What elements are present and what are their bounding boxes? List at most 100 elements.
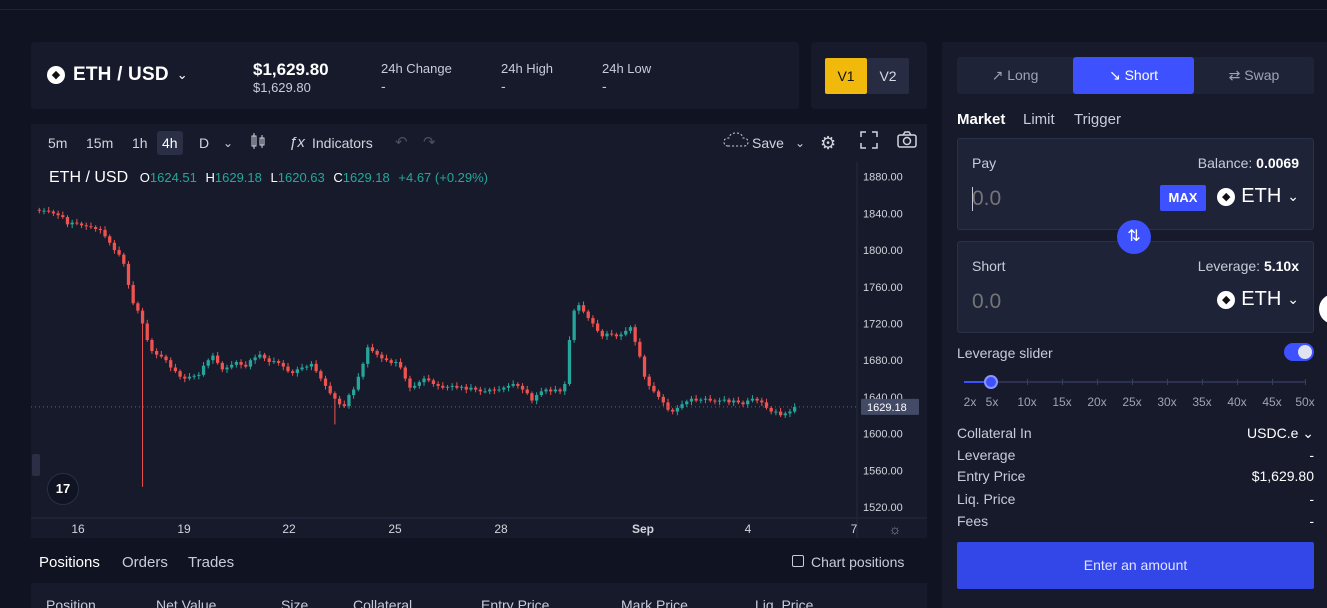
short-token-selector[interactable]: ◆ ETH ⌄ <box>1217 288 1299 311</box>
swap-direction-button[interactable]: ⇅ <box>1117 220 1151 254</box>
candle-body <box>417 382 421 386</box>
short-amount-input[interactable] <box>972 290 1122 314</box>
leverage-slider-toggle[interactable] <box>1284 343 1314 361</box>
candle-body <box>774 411 778 413</box>
tab-positions[interactable]: Positions <box>39 554 100 571</box>
candle-body <box>558 389 562 392</box>
candle-type-icon[interactable] <box>250 131 266 155</box>
leverage-mark[interactable]: 30x <box>1157 395 1176 409</box>
candle-body <box>398 362 403 368</box>
ohlc-legend: ETH / USD O1624.51 H1629.18 L1620.63 C16… <box>49 169 493 187</box>
interval-15m[interactable]: 15m <box>81 131 118 155</box>
gear-icon[interactable]: ⚙ <box>820 131 836 155</box>
legend-high: 1629.18 <box>214 170 262 185</box>
candle-body <box>732 400 736 403</box>
leverage-mark[interactable]: 35x <box>1192 395 1211 409</box>
tab-trades[interactable]: Trades <box>188 554 234 571</box>
leverage-mark[interactable]: 15x <box>1052 395 1071 409</box>
interval-d[interactable]: D <box>194 131 214 155</box>
tab-short-label: Short <box>1124 67 1159 83</box>
save-chevron-down-icon[interactable]: ⌄ <box>795 131 805 155</box>
leverage-slider[interactable] <box>964 375 1306 389</box>
candle-body <box>436 384 440 386</box>
candle-body <box>356 376 360 390</box>
legend-low-label: L <box>270 170 278 185</box>
pay-amount-input[interactable] <box>972 187 1122 211</box>
info-label: Liq. Price <box>957 491 1016 507</box>
leverage-mark[interactable]: 40x <box>1227 395 1246 409</box>
chart-positions-checkbox[interactable] <box>792 555 804 567</box>
order-type-limit[interactable]: Limit <box>1023 111 1055 128</box>
column-header: Net Value <box>156 597 217 608</box>
candle-body <box>300 367 304 370</box>
interval-chevron-down-icon[interactable]: ⌄ <box>223 131 233 155</box>
candle-body <box>403 367 407 379</box>
slider-tick <box>1237 379 1238 385</box>
indicators-icon[interactable]: ƒx <box>289 131 305 155</box>
candle-body <box>455 385 459 388</box>
leverage-mark[interactable]: 50x <box>1295 395 1314 409</box>
save-button[interactable]: Save <box>747 131 789 155</box>
candle-body <box>600 330 604 337</box>
tab-swap-label: Swap <box>1244 67 1280 83</box>
price-chart[interactable]: 1880.00 1840.00 1800.00 1760.00 1720.00 1680.… <box>31 162 927 538</box>
slider-handle[interactable] <box>984 375 998 389</box>
tab-long[interactable]: ↗ Long <box>957 57 1073 94</box>
top-divider <box>0 9 1327 10</box>
collateral-selector[interactable]: USDC.e ⌄ <box>1247 425 1314 442</box>
candle-body <box>727 399 731 403</box>
undo-icon[interactable]: ↶ <box>395 131 408 155</box>
slider-tick <box>1027 379 1028 385</box>
candle-body <box>291 371 295 374</box>
candle-body <box>656 391 661 397</box>
order-type-trigger[interactable]: Trigger <box>1074 111 1121 128</box>
candle-body <box>422 378 426 383</box>
candle-body <box>450 385 454 387</box>
version-v1-button[interactable]: V1 <box>825 58 867 94</box>
chart-positions-label[interactable]: Chart positions <box>811 554 904 570</box>
leverage-mark[interactable]: 2x <box>964 395 977 409</box>
candle-body <box>661 396 665 403</box>
tab-orders[interactable]: Orders <box>122 554 168 571</box>
pair-selector[interactable]: ◆ ETH / USD ⌄ <box>47 64 188 86</box>
legend-open: 1624.51 <box>149 170 197 185</box>
indicators-button[interactable]: Indicators <box>307 131 378 155</box>
legend-low: 1620.63 <box>277 170 325 185</box>
candle-body <box>70 222 74 225</box>
max-button[interactable]: MAX <box>1160 185 1206 211</box>
tab-short[interactable]: ↘ Short <box>1073 57 1194 94</box>
order-type-market[interactable]: Market <box>957 111 1005 128</box>
candle-body <box>581 305 586 312</box>
legend-symbol: ETH / USD <box>49 169 129 186</box>
leverage-mark[interactable]: 10x <box>1017 395 1036 409</box>
tradingview-logo-icon[interactable]: 17 <box>47 473 79 505</box>
leverage-mark[interactable]: 20x <box>1087 395 1106 409</box>
column-header: Collateral <box>353 597 413 608</box>
camera-icon[interactable] <box>897 131 917 155</box>
redo-icon[interactable]: ↷ <box>423 131 436 155</box>
submit-button[interactable]: Enter an amount <box>957 542 1314 589</box>
leverage-mark[interactable]: 25x <box>1122 395 1141 409</box>
candle-body <box>722 399 726 401</box>
candle-body <box>675 407 680 412</box>
interval-4h[interactable]: 4h <box>157 131 183 155</box>
tab-swap[interactable]: ⇄ Swap <box>1194 57 1314 94</box>
leverage-mark[interactable]: 45x <box>1262 395 1281 409</box>
chevron-down-icon: ⌄ <box>1287 188 1299 204</box>
interval-5m[interactable]: 5m <box>43 131 72 155</box>
version-v2-button[interactable]: V2 <box>867 58 909 94</box>
pair-name: ETH / USD <box>73 64 169 85</box>
candle-body <box>89 226 93 228</box>
interval-1h[interactable]: 1h <box>127 131 153 155</box>
pay-token-selector[interactable]: ◆ ETH ⌄ <box>1217 185 1299 208</box>
version-switch: V1 V2 <box>811 42 927 109</box>
candle-body <box>741 402 745 405</box>
fullscreen-icon[interactable] <box>860 131 878 155</box>
drawing-tools-toggle[interactable] <box>32 454 40 476</box>
balance-value: 0.0069 <box>1256 155 1299 171</box>
candle-body <box>187 376 192 379</box>
leverage-mark[interactable]: 5x <box>986 395 999 409</box>
balance: Balance: 0.0069 <box>1198 155 1299 171</box>
stat-24h-high: 24h High - <box>501 61 553 94</box>
candle-body <box>549 389 553 392</box>
